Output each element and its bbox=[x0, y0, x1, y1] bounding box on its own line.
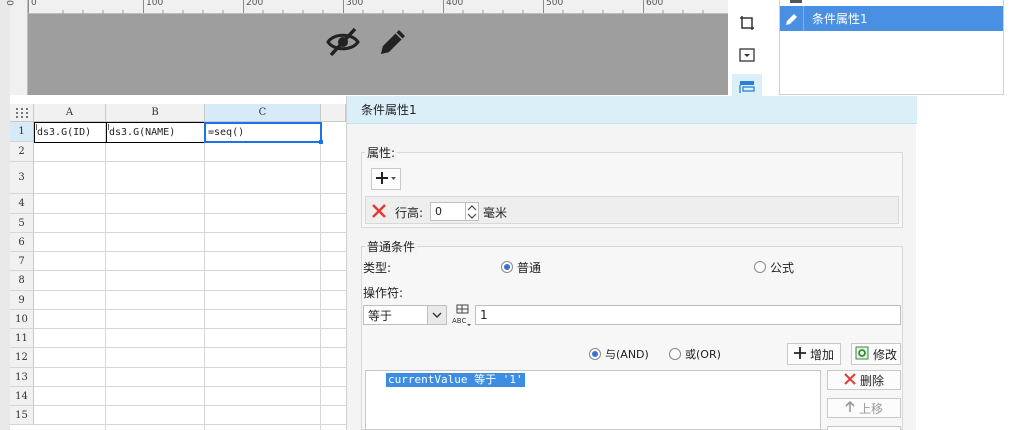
add-attribute-button[interactable] bbox=[371, 168, 401, 190]
condition-attribute-dialog: 条件属性1 属性: 行高: 0 毫米 普通条件 类型: 普通 公式 操作符: 等… bbox=[346, 96, 917, 430]
select-all-corner[interactable] bbox=[10, 104, 34, 122]
crop-icon[interactable] bbox=[732, 10, 762, 36]
plus-icon bbox=[376, 171, 396, 188]
vertical-ruler-label: 0 bbox=[4, 0, 14, 6]
row-header[interactable]: 7 bbox=[10, 252, 34, 271]
row-height-unit: 毫米 bbox=[483, 206, 508, 220]
condition-expression-list[interactable]: currentValue 等于 '1' bbox=[365, 370, 821, 430]
dialog-title-bar[interactable]: 条件属性1 bbox=[347, 96, 917, 124]
row-header[interactable]: 2 bbox=[10, 142, 34, 162]
side-toolbar bbox=[728, 0, 768, 100]
condition-item-label: 条件属性1 bbox=[812, 12, 868, 26]
dialog-title: 条件属性1 bbox=[361, 103, 417, 117]
row-header[interactable]: 3 bbox=[10, 162, 34, 194]
type-normal-label: 普通 bbox=[517, 261, 542, 275]
cell-marker bbox=[36, 124, 40, 130]
cell-b1-text: ds3.G(NAME) bbox=[109, 127, 176, 138]
column-header-c[interactable]: C bbox=[205, 104, 321, 122]
row-header[interactable]: 8 bbox=[10, 271, 34, 291]
type-formula-label: 公式 bbox=[770, 261, 795, 275]
type-normal-radio[interactable] bbox=[501, 261, 513, 273]
delete-condition-button[interactable]: 删除 bbox=[827, 370, 901, 390]
type-label: 类型: bbox=[363, 261, 392, 275]
add-condition-label: 增加 bbox=[809, 347, 834, 362]
move-up-button[interactable]: 上移 bbox=[827, 398, 901, 418]
plus-icon bbox=[793, 346, 806, 362]
delete-attribute-icon[interactable] bbox=[371, 203, 387, 222]
operator-value: 等于 bbox=[368, 308, 393, 323]
column-header-empty bbox=[321, 104, 346, 122]
row-header[interactable]: 4 bbox=[10, 194, 34, 214]
row-header[interactable]: 6 bbox=[10, 233, 34, 252]
delete-condition-label: 删除 bbox=[859, 373, 884, 388]
fill-handle[interactable] bbox=[319, 140, 323, 144]
pencil-icon[interactable] bbox=[377, 26, 409, 61]
type-formula-radio[interactable] bbox=[754, 261, 766, 273]
condition-list-item[interactable]: 条件属性1 bbox=[780, 6, 1003, 31]
cell-c1-text: =seq() bbox=[208, 127, 245, 138]
design-canvas[interactable] bbox=[28, 14, 728, 95]
ruler-minor-ticks bbox=[62, 10, 704, 14]
value-type-icon[interactable]: ABC bbox=[451, 304, 471, 329]
horizontal-ruler: 0 100 200 300 400 500 600 bbox=[28, 0, 728, 14]
modify-condition-button[interactable]: 修改 bbox=[851, 343, 901, 365]
attributes-label: 属性: bbox=[365, 144, 398, 161]
grid-lines bbox=[34, 122, 346, 430]
cell-a1[interactable]: ds3.G(ID) bbox=[34, 122, 107, 143]
cell-b1[interactable]: ds3.G(NAME) bbox=[106, 122, 206, 143]
row-header[interactable]: 9 bbox=[10, 291, 34, 310]
column-header-b[interactable]: B bbox=[106, 104, 205, 122]
row-height-spinner[interactable] bbox=[466, 202, 479, 221]
spreadsheet-grid[interactable]: A B C 1 2 3 4 5 6 7 8 9 10 11 12 13 14 1… bbox=[10, 104, 346, 430]
row-header[interactable]: 13 bbox=[10, 368, 34, 387]
row-header[interactable]: 12 bbox=[10, 348, 34, 368]
move-up-label: 上移 bbox=[858, 401, 883, 416]
vertical-ruler bbox=[10, 0, 28, 95]
pencil-icon bbox=[780, 6, 804, 31]
row-header[interactable]: 1 bbox=[10, 122, 34, 142]
row-height-label: 行高: bbox=[395, 206, 424, 220]
eye-slash-icon[interactable] bbox=[325, 26, 361, 61]
row-height-input[interactable]: 0 bbox=[430, 202, 466, 221]
condition-expression-item[interactable]: currentValue 等于 '1' bbox=[386, 373, 525, 387]
add-condition-button[interactable]: 增加 bbox=[787, 343, 841, 365]
modify-icon bbox=[855, 346, 869, 363]
scroll-indicator bbox=[790, 0, 802, 3]
left-edge-strip bbox=[0, 0, 10, 430]
row-header[interactable]: 10 bbox=[10, 310, 34, 329]
operand-input[interactable]: 1 bbox=[475, 305, 901, 325]
row-header[interactable]: 14 bbox=[10, 387, 34, 406]
cell-marker bbox=[108, 124, 112, 130]
or-radio[interactable] bbox=[669, 348, 681, 360]
and-label: 与(AND) bbox=[605, 348, 649, 361]
chevron-down-icon[interactable] bbox=[427, 305, 447, 325]
operator-label: 操作符: bbox=[363, 286, 404, 300]
row-header[interactable]: 11 bbox=[10, 329, 34, 348]
cell-c1[interactable]: =seq() bbox=[204, 122, 322, 143]
cell-a1-text: ds3.G(ID) bbox=[37, 127, 92, 138]
arrow-up-icon bbox=[845, 400, 855, 416]
row-header[interactable]: 15 bbox=[10, 406, 34, 425]
svg-text:ABC: ABC bbox=[452, 317, 466, 325]
move-down-button[interactable] bbox=[827, 426, 901, 430]
row-header[interactable]: 5 bbox=[10, 214, 34, 233]
normal-condition-label: 普通条件 bbox=[365, 238, 418, 255]
or-label: 或(OR) bbox=[685, 348, 721, 361]
modify-condition-label: 修改 bbox=[872, 347, 897, 362]
close-icon bbox=[844, 372, 856, 388]
column-header-a[interactable]: A bbox=[34, 104, 106, 122]
and-radio[interactable] bbox=[589, 348, 601, 360]
dropdown-box-icon[interactable] bbox=[732, 42, 762, 68]
